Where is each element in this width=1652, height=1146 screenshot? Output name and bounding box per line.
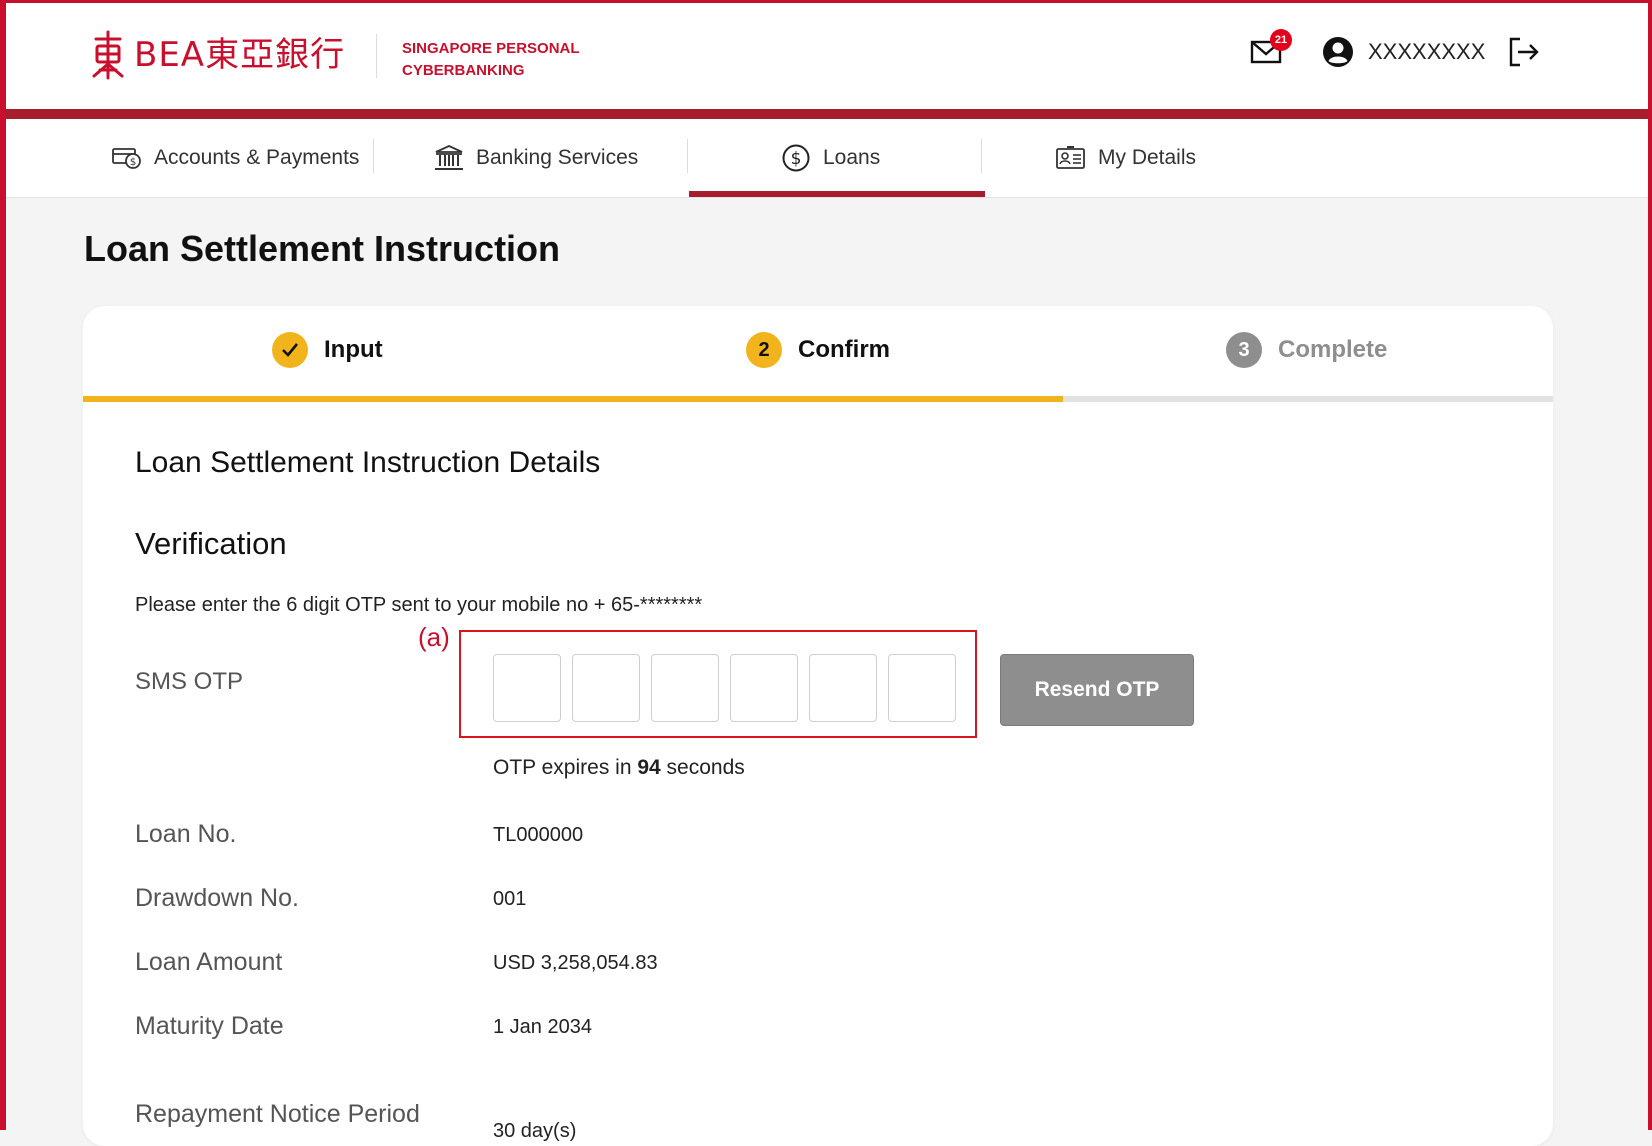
page-title: Loan Settlement Instruction <box>84 228 561 269</box>
nav-separator <box>687 139 688 173</box>
bank-icon <box>435 145 463 170</box>
card-payment-icon: $ <box>112 148 141 169</box>
logout-icon[interactable] <box>1507 35 1541 69</box>
step-progress-fill <box>83 396 1063 402</box>
step-complete: 3 Complete <box>1226 332 1387 368</box>
step-label: Complete <box>1278 336 1388 363</box>
detail-value-repayment-notice: 30 day(s) <box>493 1120 577 1142</box>
nav-item-banking-services[interactable]: Banking Services <box>434 119 638 197</box>
otp-digit-2[interactable] <box>572 654 640 722</box>
otp-expiry-prefix: OTP expires in <box>493 756 632 779</box>
nav-label: Banking Services <box>476 146 639 169</box>
check-icon <box>272 332 308 368</box>
nav-label: My Details <box>1098 146 1197 169</box>
header-actions: 21 XXXXXXXX <box>1250 29 1541 69</box>
nav-separator <box>373 139 374 173</box>
resend-otp-button[interactable]: Resend OTP <box>1000 654 1194 726</box>
mail-badge: 21 <box>1270 29 1292 51</box>
step-number: 2 <box>746 332 782 368</box>
otp-digit-3[interactable] <box>651 654 719 722</box>
verification-title: Verification <box>135 526 287 561</box>
otp-digit-1[interactable] <box>493 654 561 722</box>
step-label: Input <box>324 336 383 363</box>
step-number: 3 <box>1226 332 1262 368</box>
nav-active-indicator <box>689 191 985 197</box>
otp-expiry-text: OTP expires in 94 seconds <box>493 756 745 780</box>
detail-label-maturity-date: Maturity Date <box>135 1012 284 1040</box>
logo-subtitle: SINGAPORE PERSONAL CYBERBANKING <box>402 38 580 82</box>
otp-digit-6[interactable] <box>888 654 956 722</box>
nav-item-loans[interactable]: $ Loans <box>781 119 880 197</box>
nav-separator <box>981 139 982 173</box>
detail-value-loan-amount: USD 3,258,054.83 <box>493 952 658 974</box>
nav-label: Accounts & Payments <box>154 146 360 169</box>
svg-text:$: $ <box>791 149 802 169</box>
step-confirm: 2 Confirm <box>746 332 890 368</box>
user-icon[interactable] <box>1322 36 1354 68</box>
otp-digit-4[interactable] <box>730 654 798 722</box>
otp-instruction: Please enter the 6 digit OTP sent to you… <box>135 594 703 616</box>
sms-otp-label: SMS OTP <box>135 668 244 695</box>
step-input: Input <box>272 332 383 368</box>
otp-input-group <box>493 654 967 722</box>
frame-right-border <box>1648 0 1652 1130</box>
step-progress-track <box>83 396 1553 402</box>
bea-logo-mark-icon <box>92 30 124 80</box>
logo-subtitle-line1: SINGAPORE PERSONAL <box>402 40 580 57</box>
detail-label-repayment-notice: Repayment Notice Period <box>135 1100 420 1128</box>
header-accent-bar <box>6 109 1648 119</box>
dollar-circle-icon: $ <box>782 144 810 172</box>
annotation-label: (a) <box>418 622 450 652</box>
id-card-icon <box>1056 146 1085 169</box>
detail-value-maturity-date: 1 Jan 2034 <box>493 1016 592 1038</box>
logo-subtitle-line2: CYBERBANKING <box>402 62 525 79</box>
inbox-button[interactable]: 21 <box>1250 29 1292 67</box>
settlement-card: Input 2 Confirm 3 Complete Loan Settleme… <box>83 306 1553 1146</box>
svg-text:$: $ <box>130 157 136 168</box>
detail-label-drawdown-no: Drawdown No. <box>135 884 299 912</box>
otp-expiry-suffix: seconds <box>666 756 745 779</box>
username: XXXXXXXX <box>1368 39 1486 64</box>
detail-value-loan-no: TL000000 <box>493 824 584 846</box>
section-title: Loan Settlement Instruction Details <box>135 446 601 479</box>
detail-value-drawdown-no: 001 <box>493 888 527 910</box>
detail-label-loan-no: Loan No. <box>135 820 237 848</box>
main-nav: $ Accounts & Payments Banking Services $… <box>6 119 1648 198</box>
nav-item-my-details[interactable]: My Details <box>1056 119 1196 197</box>
detail-label-loan-amount: Loan Amount <box>135 948 283 976</box>
step-label: Confirm <box>798 336 890 363</box>
bea-logo[interactable]: BEA東亞銀行 <box>90 30 345 80</box>
logo-text: BEA東亞銀行 <box>134 35 346 75</box>
logo-divider <box>376 34 377 78</box>
nav-label: Loans <box>823 146 881 169</box>
otp-expiry-seconds: 94 <box>637 756 661 779</box>
otp-digit-5[interactable] <box>809 654 877 722</box>
nav-item-accounts-payments[interactable]: $ Accounts & Payments <box>112 119 359 197</box>
